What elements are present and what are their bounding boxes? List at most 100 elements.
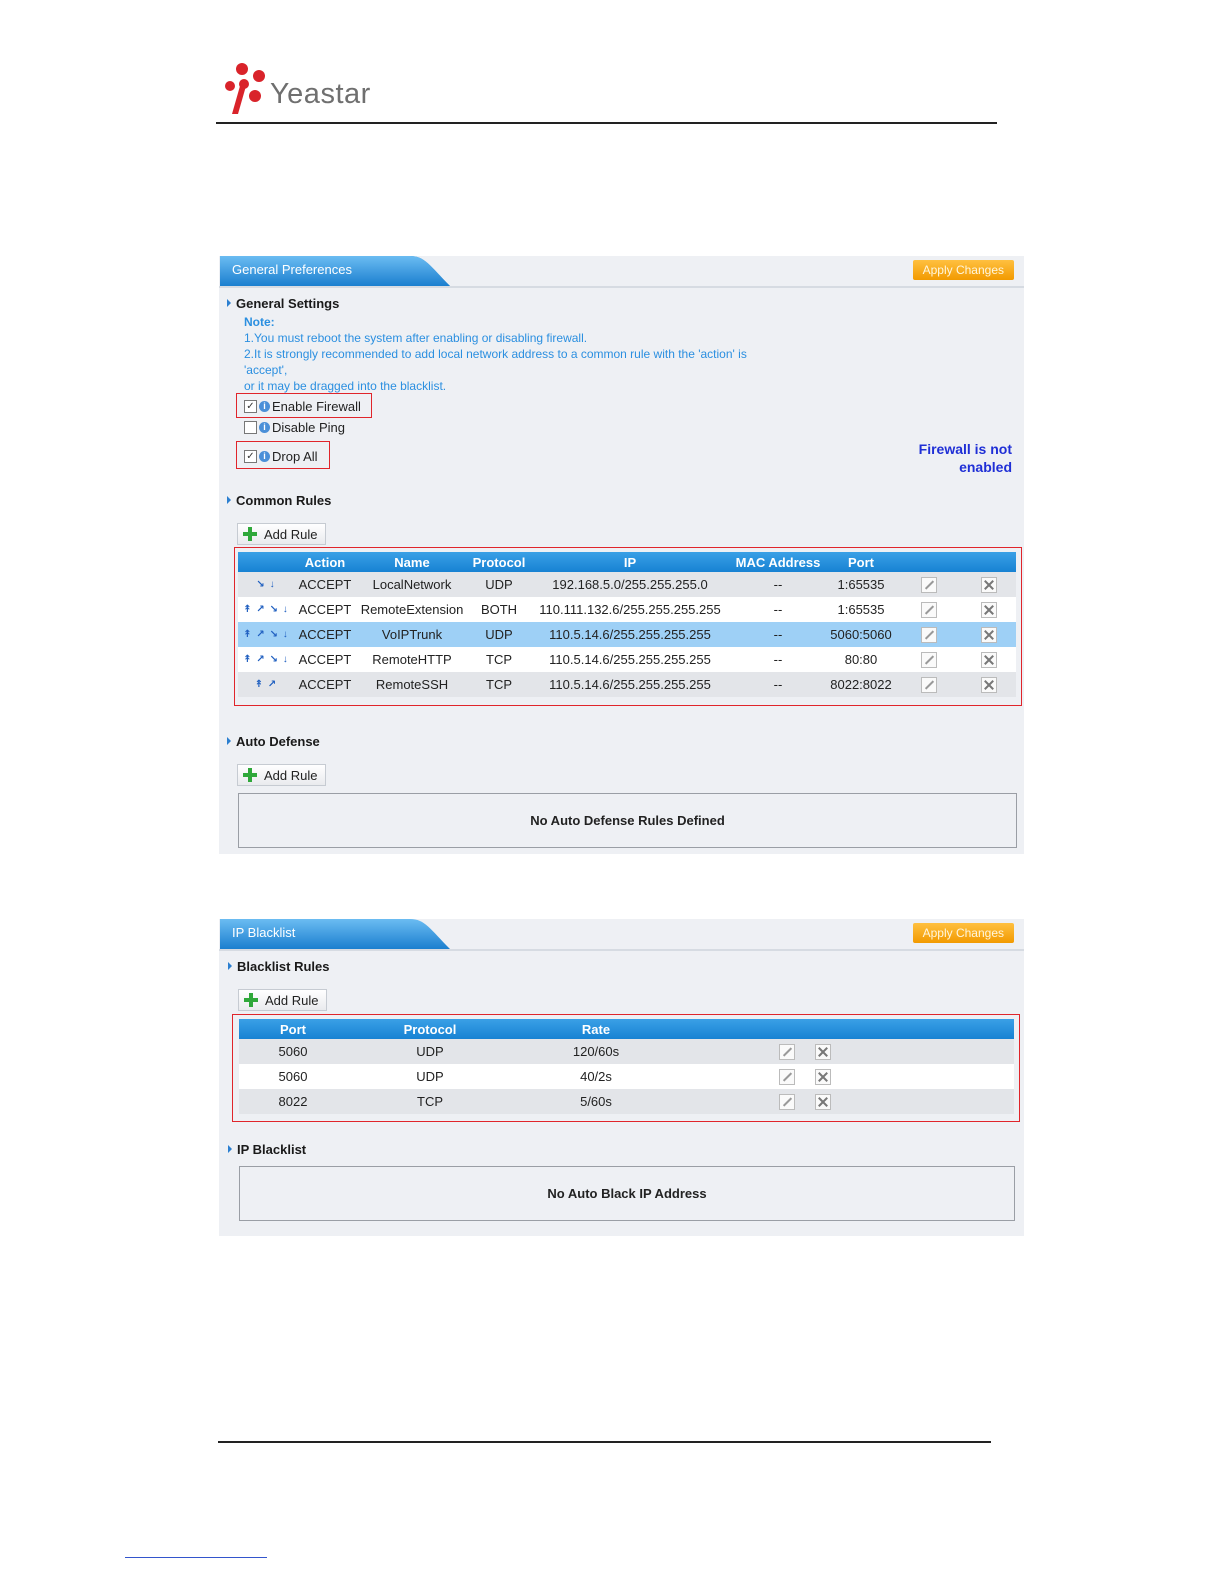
auto-defense-empty-state: No Auto Defense Rules Defined — [238, 793, 1017, 848]
yeastar-logo: Yeastar — [222, 60, 382, 118]
note-line: 2.It is strongly recommended to add loca… — [244, 347, 747, 361]
column-header — [795, 1019, 850, 1039]
column-header-mac[interactable]: MAC Address — [730, 552, 826, 572]
empty-cell — [850, 1089, 1014, 1114]
table-header-row: Action Name Protocol IP MAC Address Port — [238, 552, 1016, 572]
section-title: General Settings — [236, 296, 340, 311]
enable-firewall-checkbox[interactable]: ✓ — [244, 400, 257, 413]
table-row[interactable]: ↘ ↓ ACCEPT LocalNetwork UDP 192.168.5.0/… — [238, 572, 1016, 597]
edit-icon[interactable] — [920, 601, 937, 618]
empty-state-text: No Auto Defense Rules Defined — [530, 813, 725, 828]
table-row[interactable]: ↟ ↗ ↘ ↓ ACCEPT RemoteHTTP TCP 110.5.14.6… — [238, 647, 1016, 672]
plus-icon — [242, 526, 258, 542]
reorder-arrows-icon[interactable]: ↘ ↓ — [238, 572, 294, 597]
reorder-arrows-icon[interactable]: ↟ ↗ ↘ ↓ — [238, 597, 294, 622]
cell-ip: 110.111.132.6/255.255.255.255 — [530, 597, 730, 622]
cell-protocol: UDP — [468, 622, 530, 647]
delete-icon[interactable] — [814, 1068, 831, 1085]
cell-action: ACCEPT — [294, 622, 356, 647]
empty-state-text: No Auto Black IP Address — [547, 1186, 707, 1201]
cell-rate: 120/60s — [513, 1039, 679, 1064]
add-auto-defense-rule-button[interactable]: Add Rule — [237, 764, 327, 786]
caret-right-icon — [227, 299, 231, 307]
cell-protocol: BOTH — [468, 597, 530, 622]
cell-mac: -- — [730, 647, 826, 672]
delete-icon[interactable] — [980, 576, 997, 593]
enable-firewall-option[interactable]: ✓ i Enable Firewall — [244, 399, 361, 414]
cell-ip: 192.168.5.0/255.255.255.0 — [530, 572, 730, 597]
column-header-name[interactable]: Name — [356, 552, 468, 572]
column-header-port[interactable]: Port — [239, 1019, 347, 1039]
note-line: 1.You must reboot the system after enabl… — [244, 331, 588, 345]
tab-label: General Preferences — [232, 262, 352, 277]
apply-changes-button[interactable]: Apply Changes — [912, 260, 1014, 280]
apply-changes-button[interactable]: Apply Changes — [912, 923, 1014, 943]
delete-icon[interactable] — [814, 1093, 831, 1110]
section-title: Auto Defense — [236, 734, 320, 749]
drop-all-option[interactable]: ✓ i Drop All — [244, 449, 318, 464]
edit-cell — [896, 597, 961, 622]
edit-cell — [679, 1089, 795, 1114]
table-row[interactable]: ↟ ↗ ACCEPT RemoteSSH TCP 110.5.14.6/255.… — [238, 672, 1016, 697]
table-row-selected[interactable]: ↟ ↗ ↘ ↓ ACCEPT VoIPTrunk UDP 110.5.14.6/… — [238, 622, 1016, 647]
table-row[interactable]: ↟ ↗ ↘ ↓ ACCEPT RemoteExtension BOTH 110.… — [238, 597, 1016, 622]
add-blacklist-rule-button[interactable]: Add Rule — [238, 989, 328, 1011]
section-title: IP Blacklist — [237, 1142, 307, 1157]
cell-name: VoIPTrunk — [356, 622, 468, 647]
cell-port: 80:80 — [826, 647, 896, 672]
edit-cell — [679, 1039, 795, 1064]
delete-icon[interactable] — [980, 626, 997, 643]
delete-cell — [961, 622, 1016, 647]
edit-icon[interactable] — [779, 1043, 795, 1060]
reorder-arrows-icon[interactable]: ↟ ↗ ↘ ↓ — [238, 622, 294, 647]
plus-icon — [242, 767, 258, 783]
cell-protocol: TCP — [468, 672, 530, 697]
note-line: or it may be dragged into the blacklist. — [244, 379, 447, 393]
cell-ip: 110.5.14.6/255.255.255.255 — [530, 647, 730, 672]
table-row[interactable]: 8022 TCP 5/60s — [239, 1089, 1014, 1114]
cell-protocol: UDP — [468, 572, 530, 597]
logo-mark-icon — [225, 63, 265, 114]
column-header-ip[interactable]: IP — [530, 552, 730, 572]
reorder-arrows-icon[interactable]: ↟ ↗ — [238, 672, 294, 697]
edit-icon[interactable] — [920, 576, 937, 593]
delete-cell — [961, 597, 1016, 622]
panel-header: IP Blacklist Apply Changes — [219, 919, 1024, 951]
column-header-rate[interactable]: Rate — [513, 1019, 679, 1039]
column-header-port[interactable]: Port — [826, 552, 896, 572]
cell-action: ACCEPT — [294, 647, 356, 672]
cell-port: 5060:5060 — [826, 622, 896, 647]
delete-icon[interactable] — [814, 1043, 831, 1060]
table-row[interactable]: 5060 UDP 120/60s — [239, 1039, 1014, 1064]
reorder-arrows-icon[interactable]: ↟ ↗ ↘ ↓ — [238, 647, 294, 672]
delete-icon[interactable] — [980, 651, 997, 668]
delete-icon[interactable] — [980, 676, 997, 693]
add-rule-label: Add Rule — [264, 526, 318, 542]
drop-all-checkbox[interactable]: ✓ — [244, 450, 257, 463]
section-ip-blacklist: IP Blacklist — [228, 1142, 306, 1157]
disable-ping-checkbox[interactable] — [244, 421, 257, 434]
edit-icon[interactable] — [779, 1068, 795, 1085]
edit-icon[interactable] — [920, 626, 937, 643]
add-common-rule-button[interactable]: Add Rule — [237, 523, 327, 545]
cell-ip: 110.5.14.6/255.255.255.255 — [530, 622, 730, 647]
delete-cell — [795, 1039, 850, 1064]
column-header-action[interactable]: Action — [294, 552, 356, 572]
column-header-protocol[interactable]: Protocol — [347, 1019, 513, 1039]
edit-icon[interactable] — [920, 651, 937, 668]
edit-cell — [896, 622, 961, 647]
column-header-protocol[interactable]: Protocol — [468, 552, 530, 572]
edit-icon[interactable] — [779, 1093, 795, 1110]
disable-ping-option[interactable]: i Disable Ping — [244, 420, 345, 435]
cell-protocol: UDP — [347, 1039, 513, 1064]
edit-icon[interactable] — [920, 676, 937, 693]
delete-cell — [795, 1089, 850, 1114]
table-row[interactable]: 5060 UDP 40/2s — [239, 1064, 1014, 1089]
edit-cell — [679, 1064, 795, 1089]
ip-blacklist-panel: IP Blacklist Apply Changes Blacklist Rul… — [219, 919, 1024, 1236]
disable-ping-label: Disable Ping — [272, 420, 345, 435]
delete-icon[interactable] — [980, 601, 997, 618]
delete-cell — [961, 572, 1016, 597]
add-rule-label: Add Rule — [264, 767, 318, 783]
brand-name: Yeastar — [270, 78, 371, 110]
